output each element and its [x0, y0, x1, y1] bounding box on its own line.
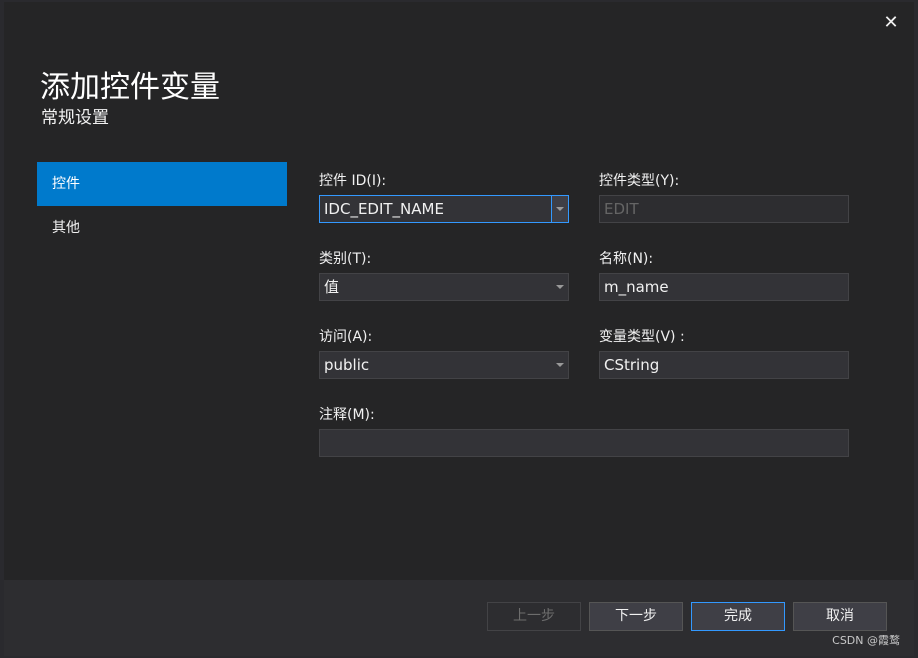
access-value: public — [324, 356, 370, 374]
chevron-down-icon[interactable] — [552, 274, 568, 300]
cancel-button[interactable]: 取消 — [793, 602, 887, 631]
next-button[interactable]: 下一步 — [589, 602, 683, 631]
category-combobox[interactable]: 值 — [319, 273, 569, 301]
control-id-label: 控件 ID(I): — [319, 173, 387, 189]
close-icon[interactable]: ✕ — [880, 12, 902, 34]
access-combobox[interactable]: public — [319, 351, 569, 379]
control-id-value: IDC_EDIT_NAME — [324, 200, 444, 218]
sidebar-nav: 控件 其他 — [37, 162, 287, 250]
category-value: 值 — [324, 278, 340, 296]
access-label: 访问(A): — [319, 329, 373, 345]
variable-type-input[interactable]: CString — [599, 351, 849, 379]
dialog-subtitle: 常规设置 — [41, 108, 109, 128]
nav-item-control[interactable]: 控件 — [37, 162, 287, 206]
comment-input[interactable] — [319, 429, 849, 457]
chevron-down-icon[interactable] — [552, 352, 568, 378]
watermark: CSDN @霞鹜 — [832, 634, 900, 647]
category-label: 类别(T): — [319, 251, 372, 267]
dialog-title: 添加控件变量 — [40, 70, 220, 105]
control-id-combobox[interactable]: IDC_EDIT_NAME — [319, 195, 569, 223]
finish-button[interactable]: 完成 — [691, 602, 785, 631]
name-label: 名称(N): — [599, 251, 654, 267]
name-input[interactable]: m_name — [599, 273, 849, 301]
variable-type-label: 变量类型(V) : — [599, 329, 685, 345]
control-type-label: 控件类型(Y): — [599, 173, 680, 189]
dialog-footer: 上一步 下一步 完成 取消 CSDN @霞鹜 — [4, 580, 914, 656]
nav-item-other[interactable]: 其他 — [37, 206, 287, 250]
chevron-down-icon[interactable] — [551, 196, 568, 222]
comment-label: 注释(M): — [319, 407, 375, 423]
previous-button: 上一步 — [487, 602, 581, 631]
add-control-variable-dialog: ✕ 添加控件变量 常规设置 控件 其他 控件 ID(I): IDC_EDIT_N… — [4, 2, 914, 656]
control-type-field: EDIT — [599, 195, 849, 223]
